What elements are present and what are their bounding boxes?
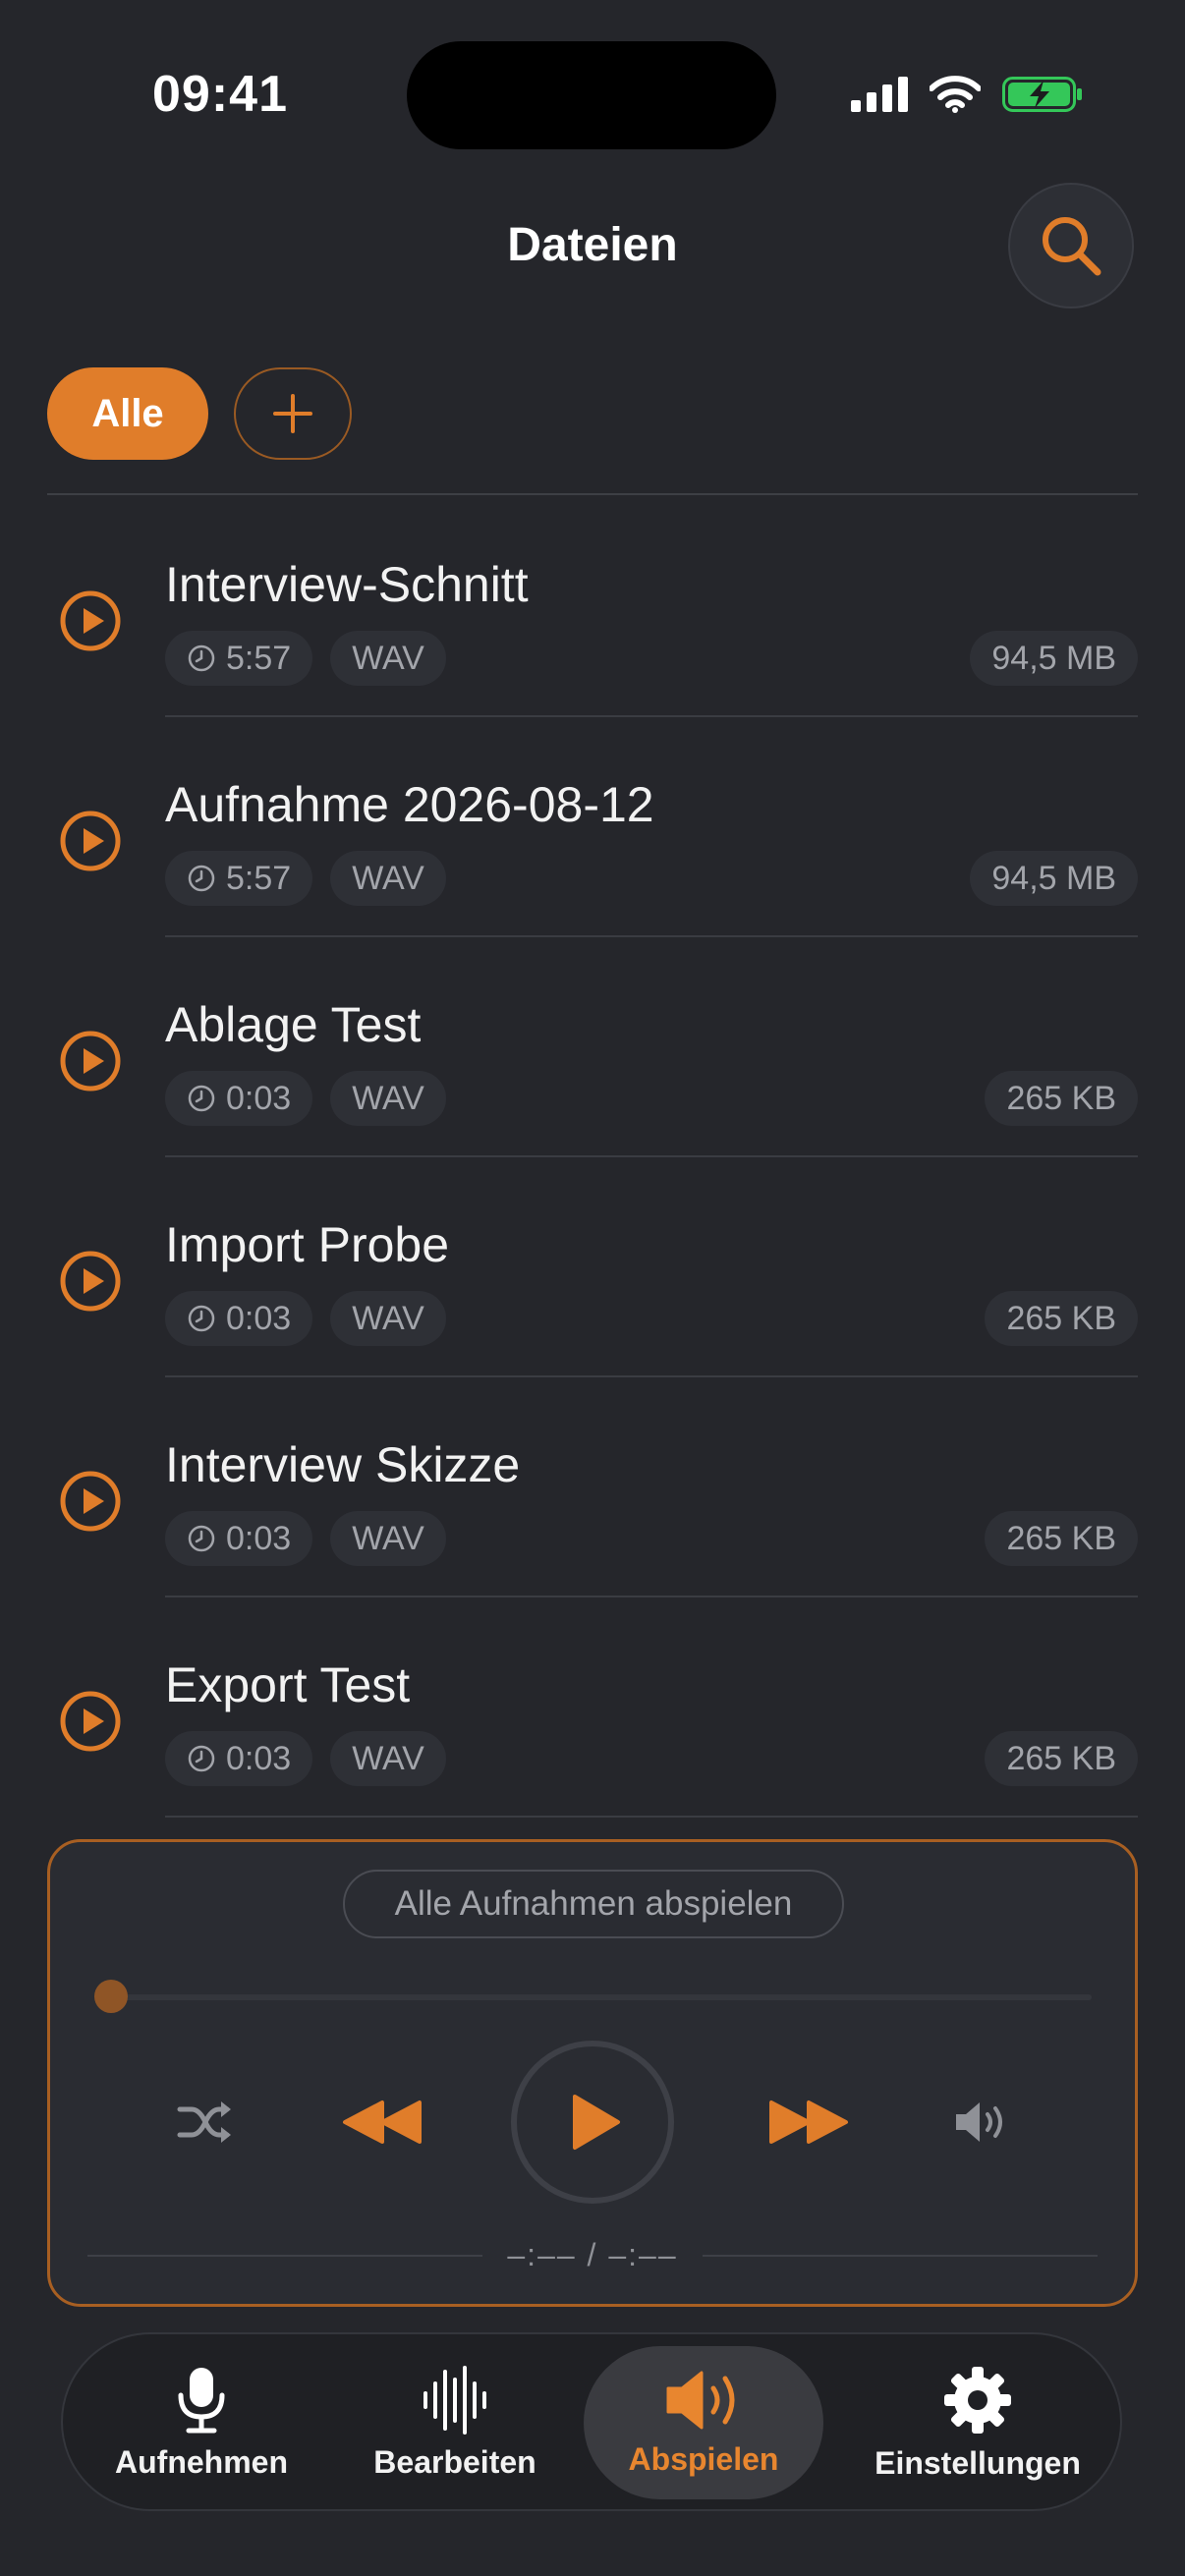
clock-icon (188, 1085, 215, 1112)
file-duration: 5:57 (226, 639, 292, 677)
file-name: Aufnahme 2026-08-12 (165, 777, 654, 832)
file-row[interactable]: Ablage Test 0:03 WAV 265 KB (0, 937, 1185, 1157)
plus-icon (273, 394, 312, 433)
progress-knob[interactable] (94, 1980, 128, 2013)
file-format: WAV (330, 1731, 446, 1786)
rewind-icon (343, 2100, 422, 2144)
play-file-icon[interactable] (59, 1690, 122, 1753)
dynamic-island (407, 41, 776, 149)
file-format: WAV (330, 851, 446, 906)
play-button[interactable] (511, 2041, 674, 2204)
file-size: 265 KB (985, 1291, 1138, 1346)
battery-charging-icon (1002, 77, 1082, 112)
file-size: 94,5 MB (970, 631, 1138, 686)
file-format: WAV (330, 1291, 446, 1346)
file-duration: 0:03 (226, 1299, 292, 1337)
file-row[interactable]: Import Probe 0:03 WAV 265 KB (0, 1157, 1185, 1377)
search-icon (1043, 217, 1101, 276)
tab-edit[interactable]: Bearbeiten (332, 2346, 578, 2499)
tab-label: Einstellungen (875, 2444, 1081, 2481)
waveform-icon (423, 2365, 486, 2435)
tab-record[interactable]: Aufnehmen (79, 2346, 324, 2499)
file-row[interactable]: Aufnahme 2026-08-12 5:57 WAV 94,5 MB (0, 717, 1185, 937)
play-file-icon[interactable] (59, 1030, 122, 1092)
file-duration: 0:03 (226, 1519, 292, 1557)
duration-badge: 0:03 (165, 1291, 313, 1346)
shuffle-icon (177, 2101, 231, 2143)
status-icons (851, 75, 1083, 114)
volume-button[interactable] (952, 2093, 1011, 2152)
tab-label: Abspielen (628, 2440, 779, 2477)
file-row[interactable]: Export Test 0:03 WAV 265 KB (0, 1597, 1185, 1818)
file-meta: 0:03 WAV (165, 1071, 446, 1126)
fast-forward-icon (769, 2100, 848, 2144)
file-size: 265 KB (985, 1731, 1138, 1786)
tab-settings[interactable]: Einstellungen (849, 2346, 1106, 2499)
clock-icon (188, 644, 215, 672)
file-name: Ablage Test (165, 997, 422, 1052)
filter-divider (47, 493, 1138, 495)
file-format: WAV (330, 1071, 446, 1126)
progress-track[interactable] (101, 1994, 1092, 2000)
play-file-icon[interactable] (59, 1250, 122, 1313)
tab-label: Aufnehmen (115, 2443, 288, 2480)
row-divider (165, 1816, 1138, 1818)
play-all-button[interactable]: Alle Aufnahmen abspielen (343, 1870, 844, 1938)
status-time: 09:41 (152, 66, 288, 123)
wifi-icon (930, 76, 981, 113)
play-file-icon[interactable] (59, 810, 122, 872)
file-name: Export Test (165, 1657, 411, 1712)
duration-badge: 5:57 (165, 851, 313, 906)
tab-label: Bearbeiten (373, 2443, 536, 2480)
file-meta: 5:57 WAV (165, 851, 446, 906)
duration-badge: 0:03 (165, 1731, 313, 1786)
add-filter-button[interactable] (234, 367, 352, 460)
file-duration: 5:57 (226, 859, 292, 897)
file-name: Interview-Schnitt (165, 557, 529, 612)
tab-bar: Aufnehmen Bearbeiten Abspielen Einstellu… (61, 2332, 1122, 2511)
gear-icon (944, 2366, 1011, 2434)
clock-icon (188, 1525, 215, 1552)
file-size: 265 KB (985, 1071, 1138, 1126)
file-name: Interview Skizze (165, 1437, 521, 1492)
clock-icon (188, 1305, 215, 1332)
time-display: –:–– / –:–– (87, 2235, 1098, 2274)
playback-controls (50, 2039, 1135, 2206)
play-icon (573, 2095, 620, 2150)
file-meta: 0:03 WAV (165, 1731, 446, 1786)
time-text: –:–– / –:–– (507, 2237, 678, 2272)
duration-badge: 0:03 (165, 1511, 313, 1566)
file-row[interactable]: Interview Skizze 0:03 WAV 265 KB (0, 1377, 1185, 1597)
volume-icon (956, 2102, 1002, 2142)
speaker-icon (666, 2371, 735, 2429)
file-format: WAV (330, 1511, 446, 1566)
file-list: Interview-Schnitt 5:57 WAV 94,5 MB Aufna… (0, 497, 1185, 1818)
file-row[interactable]: Interview-Schnitt 5:57 WAV 94,5 MB (0, 497, 1185, 717)
file-size: 265 KB (985, 1511, 1138, 1566)
files-screen: 09:41 Dateien Alle Interview-Schnitt 5:5… (0, 0, 1185, 2576)
file-name: Import Probe (165, 1217, 450, 1272)
clock-icon (188, 1745, 215, 1772)
file-meta: 0:03 WAV (165, 1291, 446, 1346)
cellular-signal-icon (851, 77, 908, 112)
player-card: Alle Aufnahmen abspielen –:–– / –:–– (47, 1839, 1138, 2307)
file-meta: 0:03 WAV (165, 1511, 446, 1566)
search-button[interactable] (1008, 183, 1134, 308)
play-file-icon[interactable] (59, 589, 122, 652)
file-format: WAV (330, 631, 446, 686)
rewind-button[interactable] (341, 2093, 423, 2152)
fast-forward-button[interactable] (767, 2093, 850, 2152)
shuffle-button[interactable] (176, 2093, 235, 2152)
microphone-icon (178, 2367, 225, 2433)
file-size: 94,5 MB (970, 851, 1138, 906)
file-duration: 0:03 (226, 1739, 292, 1777)
clock-icon (188, 865, 215, 892)
duration-badge: 0:03 (165, 1071, 313, 1126)
filter-all-chip[interactable]: Alle (47, 367, 208, 460)
file-meta: 5:57 WAV (165, 631, 446, 686)
tab-play[interactable]: Abspielen (584, 2346, 823, 2499)
duration-badge: 5:57 (165, 631, 313, 686)
file-duration: 0:03 (226, 1079, 292, 1117)
play-file-icon[interactable] (59, 1470, 122, 1533)
